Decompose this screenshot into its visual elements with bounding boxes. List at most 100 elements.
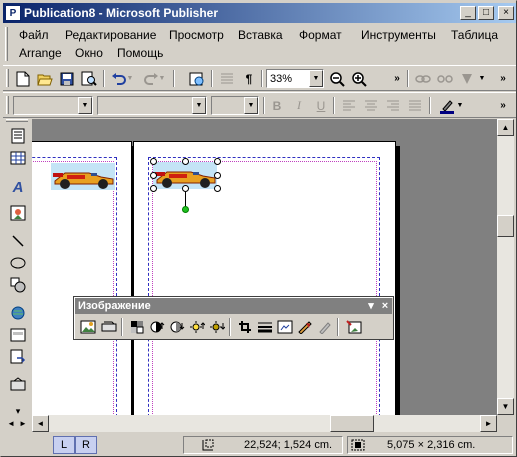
close-button[interactable]: × [498, 6, 514, 20]
menu-view[interactable]: Просмотр [165, 28, 228, 42]
menu-arrange[interactable]: Arrange [15, 46, 66, 60]
toolbar-options-icon[interactable]: ▼ [477, 69, 487, 88]
more-icon[interactable]: » [493, 69, 513, 88]
print-preview-icon[interactable] [79, 69, 99, 88]
resize-handle[interactable] [150, 158, 157, 165]
pilcrow-icon[interactable]: ¶ [239, 69, 259, 88]
publisher-icon[interactable]: P [5, 5, 21, 21]
picture-frame-icon[interactable] [7, 203, 29, 223]
zoom-in-icon[interactable] [349, 69, 369, 88]
save-icon[interactable] [57, 69, 77, 88]
font-combo[interactable]: ▼ [97, 96, 207, 115]
resize-handle[interactable] [214, 172, 221, 179]
font-dropdown-icon[interactable]: ▼ [192, 97, 206, 114]
publication-workspace[interactable] [32, 119, 497, 415]
vertical-scroll-thumb[interactable] [497, 215, 514, 237]
zoom-combo[interactable]: 33% ▼ [266, 69, 324, 88]
oval-tool-icon[interactable] [7, 253, 29, 273]
toolbar-grip[interactable] [6, 119, 28, 122]
underline-button[interactable]: U [311, 96, 331, 115]
resize-handle[interactable] [150, 172, 157, 179]
menu-format[interactable]: Формат [295, 28, 346, 42]
zoom-dropdown-icon[interactable]: ▼ [309, 70, 323, 87]
more-brightness-icon[interactable] [187, 318, 206, 336]
style-combo[interactable]: ▼ [13, 96, 93, 115]
line-color-dropdown-icon[interactable]: ▼ [455, 96, 465, 115]
web-preview-icon[interactable] [187, 69, 207, 88]
autoshapes-icon[interactable] [7, 275, 29, 295]
unlink-icon[interactable] [435, 69, 455, 88]
title-bar[interactable]: P Publication8 - Microsoft Publisher _ □… [3, 3, 516, 23]
less-brightness-icon[interactable] [207, 318, 226, 336]
line-color-icon[interactable] [437, 96, 457, 115]
set-transparent-color-icon[interactable] [315, 318, 334, 336]
columns-icon[interactable] [217, 69, 237, 88]
scanner-icon[interactable] [99, 318, 118, 336]
horizontal-scroll-thumb[interactable] [330, 415, 374, 432]
new-icon[interactable] [13, 69, 33, 88]
line-tool-icon[interactable] [7, 231, 29, 251]
scroll-left-small-icon[interactable]: ◄ [7, 419, 15, 428]
undo-dropdown-icon[interactable]: ▼ [125, 69, 135, 88]
wordart-icon[interactable]: A [7, 177, 29, 197]
horizontal-scrollbar[interactable]: ◄ ► [32, 415, 497, 432]
redo-dropdown-icon[interactable]: ▼ [157, 69, 167, 88]
reset-picture-icon[interactable] [344, 318, 363, 336]
menu-tools[interactable]: Инструменты [357, 28, 440, 42]
design-gallery-icon[interactable] [7, 375, 29, 395]
bold-button[interactable]: B [267, 96, 287, 115]
page-tab-left[interactable]: L [53, 436, 75, 454]
vertical-scrollbar[interactable]: ▲ ▼ [497, 119, 514, 415]
open-icon[interactable] [35, 69, 55, 88]
crop-icon[interactable] [235, 318, 254, 336]
race-car-picture[interactable] [51, 163, 115, 190]
color-mode-icon[interactable] [127, 318, 146, 336]
format-picture-icon[interactable] [295, 318, 314, 336]
scroll-down-button[interactable]: ▼ [497, 398, 514, 415]
menu-insert[interactable]: Вставка [234, 28, 287, 42]
insert-picture-icon[interactable] [78, 318, 97, 336]
align-center-icon[interactable] [361, 96, 381, 115]
picture-toolbar-title-bar[interactable]: Изображение ▾ × [75, 298, 392, 314]
more-icon[interactable]: » [387, 69, 407, 88]
resize-handle[interactable] [214, 185, 221, 192]
menu-help[interactable]: Помощь [113, 46, 167, 60]
text-connect-icon[interactable] [457, 69, 477, 88]
less-contrast-icon[interactable] [167, 318, 186, 336]
table-frame-icon[interactable] [7, 148, 29, 168]
font-size-combo[interactable]: ▼ [211, 96, 259, 115]
toolbar-grip[interactable] [6, 69, 9, 87]
more-icon[interactable]: » [493, 96, 513, 115]
hotspot-icon[interactable] [7, 303, 29, 323]
menu-edit[interactable]: Редактирование [61, 28, 160, 42]
align-left-icon[interactable] [339, 96, 359, 115]
scroll-right-small-icon[interactable]: ► [19, 419, 27, 428]
text-wrapping-icon[interactable] [275, 318, 294, 336]
toolbar-grip[interactable] [6, 96, 9, 114]
resize-handle[interactable] [214, 158, 221, 165]
menu-grip[interactable] [5, 27, 8, 61]
menu-window[interactable]: Окно [71, 46, 107, 60]
menu-file[interactable]: Файл [15, 28, 53, 42]
resize-handle[interactable] [182, 185, 189, 192]
scroll-up-button[interactable]: ▲ [497, 119, 514, 136]
select-objects-icon[interactable] [7, 126, 29, 146]
form-control-icon[interactable] [7, 325, 29, 345]
resize-handle[interactable] [150, 185, 157, 192]
more-contrast-icon[interactable] [147, 318, 166, 336]
font-size-dropdown-icon[interactable]: ▼ [244, 97, 258, 114]
scroll-right-button[interactable]: ► [480, 415, 497, 432]
line-style-icon[interactable] [255, 318, 274, 336]
scroll-left-button[interactable]: ◄ [32, 415, 49, 432]
zoom-out-icon[interactable] [327, 69, 347, 88]
italic-button[interactable]: I [289, 96, 309, 115]
menu-table[interactable]: Таблица [447, 28, 502, 42]
html-code-icon[interactable] [7, 347, 29, 367]
align-right-icon[interactable] [383, 96, 403, 115]
minimize-button[interactable]: _ [460, 6, 476, 20]
toolbar-menu-icon[interactable]: ▾ [365, 298, 377, 314]
link-icon[interactable] [413, 69, 433, 88]
justify-icon[interactable] [405, 96, 425, 115]
resize-handle[interactable] [182, 158, 189, 165]
style-dropdown-icon[interactable]: ▼ [78, 97, 92, 114]
